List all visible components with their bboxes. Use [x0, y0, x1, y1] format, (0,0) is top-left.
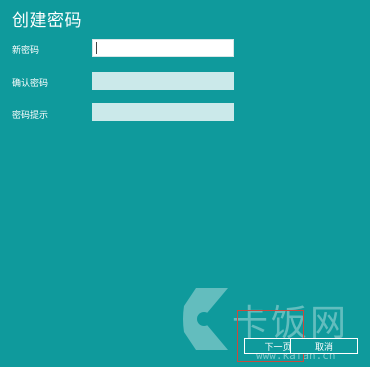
page-title: 创建密码 — [12, 11, 82, 31]
confirm-password-label: 确认密码 — [12, 79, 49, 89]
text-caret — [96, 42, 97, 54]
new-password-label: 新密码 — [12, 46, 40, 56]
kafan-logo-watermark — [183, 288, 228, 350]
cancel-button[interactable]: 取消 — [290, 338, 358, 354]
confirm-password-field[interactable] — [92, 72, 234, 90]
new-password-field[interactable] — [92, 39, 234, 57]
highlight-box — [237, 310, 304, 362]
password-hint-label: 密码提示 — [12, 111, 49, 121]
password-hint-field[interactable] — [92, 103, 234, 121]
